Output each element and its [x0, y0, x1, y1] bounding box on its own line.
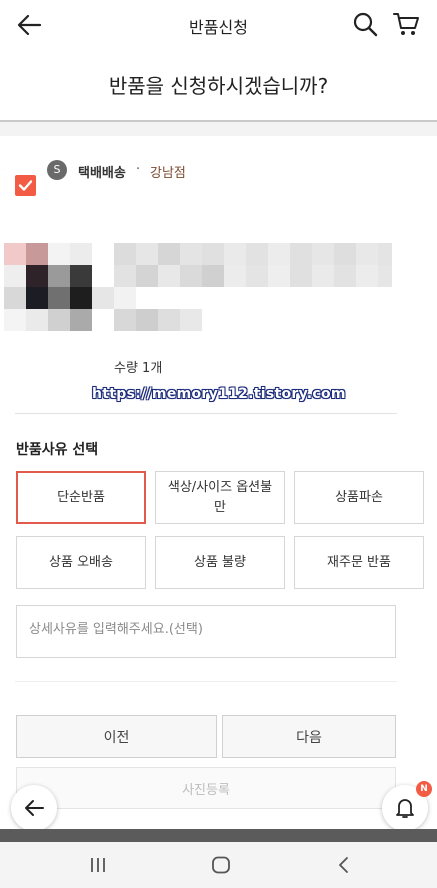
section-divider	[15, 413, 397, 414]
reason-defective-button[interactable]: 상품 불량	[155, 536, 285, 589]
section-gap	[0, 122, 437, 136]
detail-reason-input[interactable]	[16, 605, 396, 658]
shipping-separator: ·	[136, 162, 141, 177]
bell-icon	[396, 799, 414, 818]
recent-apps-icon[interactable]	[89, 856, 107, 878]
system-navigation-bar	[0, 842, 437, 888]
bottom-strip	[0, 829, 437, 842]
prev-button[interactable]: 이전	[16, 715, 217, 758]
floating-back-button[interactable]	[11, 785, 57, 831]
shipping-type: 택배배송	[78, 166, 126, 181]
confirm-question: 반품을 신청하시겠습니까?	[108, 74, 329, 98]
app-header: 반품신청	[0, 0, 437, 50]
reason-option-dissatisfied-button[interactable]: 색상/사이즈 옵션불만	[155, 471, 285, 524]
photo-register-button[interactable]: 사진등록	[16, 767, 396, 809]
arrow-left-icon	[25, 800, 44, 816]
item-checkbox[interactable]	[15, 175, 36, 196]
notification-badge: N	[416, 781, 432, 797]
shipping-icon: S	[47, 160, 67, 180]
back-nav-icon[interactable]	[336, 856, 350, 878]
next-button[interactable]: 다음	[222, 715, 396, 758]
home-icon[interactable]	[211, 856, 231, 878]
reason-misdelivery-button[interactable]: 상품 오배송	[16, 536, 146, 589]
cart-icon[interactable]	[392, 11, 420, 37]
reason-section-title: 반품사유 선택	[16, 442, 99, 458]
section-divider	[15, 681, 397, 682]
product-quantity: 수량 1개	[114, 361, 163, 376]
store-name: 강남점	[150, 166, 186, 181]
reason-reorder-button[interactable]: 재주문 반품	[294, 536, 424, 589]
checkmark-icon	[18, 180, 33, 191]
reason-damaged-button[interactable]: 상품파손	[294, 471, 424, 524]
reason-simple-return-button[interactable]: 단순반품	[16, 471, 146, 524]
search-icon[interactable]	[352, 11, 378, 37]
watermark-text: https://memory112.tistory.com	[92, 386, 346, 402]
